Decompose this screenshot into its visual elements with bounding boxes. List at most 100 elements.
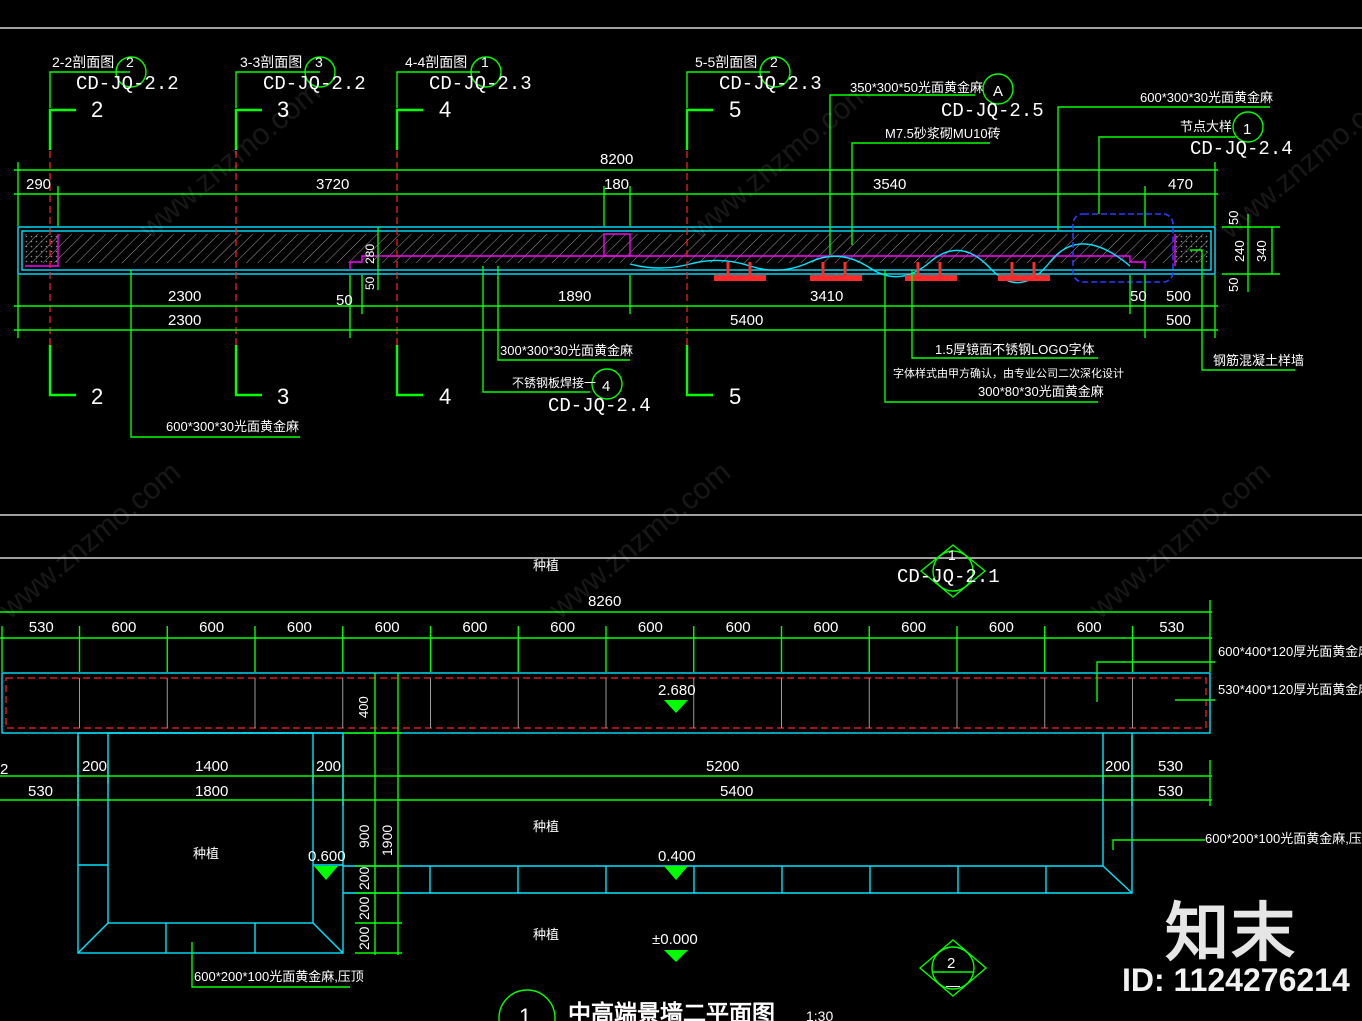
section-3-note: 3-3剖面图 [240,54,302,70]
section-4-ref: CD-JQ-2.3 [429,73,532,95]
dim-2300-a: 2300 [168,288,201,305]
callout-detail-ref: CD-JQ-2.4 [1190,138,1293,160]
wall-end-left [25,234,58,263]
callout-steel-tag: 4 [602,378,610,395]
dim-v50: 50 [363,276,377,290]
title-number: 1 [519,1004,531,1021]
drawing-scale: 1:30 [806,1008,833,1021]
dim-3410: 3410 [810,288,843,305]
long-planter-outer [343,733,1133,894]
planting-left: 种植 [193,846,219,861]
wall-hatch [25,234,1208,263]
callout-steel-ref: CD-JQ-2.4 [548,395,651,417]
top-dim-label: 600 [287,619,312,636]
level-zero: ±0.000 [652,931,698,948]
dim-3720: 3720 [316,176,349,193]
callout-m75: M7.5砂浆砌MU10砖 [885,126,1001,141]
top-dimension-row: 530 600 600 600 600 600 600 600 600 600 600 600 600 5… [1,619,1184,672]
top-dim-label: 600 [726,619,751,636]
section-3-tag: 3 [315,54,323,70]
ref-code: CD-JQ-2.1 [897,566,1000,588]
left-edge-mark: 2 [0,761,8,778]
callout-logo: 1.5厚镜面不锈钢LOGO字体 [935,342,1095,357]
dim-v340: 340 [1254,240,1269,262]
top-dim-label: 600 [901,619,926,636]
coping-note: 600*400*120厚光面黄金麻 [1218,644,1362,659]
dim-row2-b: 1800 [195,783,228,800]
top-dim-label: 600 [462,619,487,636]
step-note-right: 600*200*100光面黄金麻,压顶 [1205,831,1362,846]
watermark-1: www.znzmo.com [133,75,327,246]
callout-bottom: 600*300*30光面黄金麻 [166,419,299,434]
dim-v200-c: 200 [356,926,372,950]
section-4-num-bottom: 4 [439,384,451,409]
dim-470: 470 [1168,176,1193,193]
ref-tag: 1 [948,547,956,563]
bottom-section-tag: 2 [947,955,955,972]
level-marker-zero [664,950,688,962]
coping-joints [79,678,1133,728]
callout-logo3: 300*80*30光面黄金麻 [978,384,1104,399]
callout-detail-tag: 1 [1243,121,1251,138]
watermark-4: www.znzmo.com [0,455,187,626]
watermark-6: www.znzmo.com [1083,455,1277,626]
top-dim-label: 600 [111,619,136,636]
dim-row1-f: 530 [1158,758,1183,775]
top-dim-label: 600 [989,619,1014,636]
top-dim-label: 600 [813,619,838,636]
level-marker-mid [664,866,688,880]
image-id: ID: 1124276214 [1122,962,1350,998]
dim-400: 400 [356,696,371,718]
callout-rc: 钢筋混凝土样墙 [1213,353,1304,368]
section-5-num-bottom: 5 [729,384,741,409]
section-2-num-top: 2 [91,97,103,122]
section-5-ref: CD-JQ-2.3 [719,73,822,95]
cad-drawing: 2-2剖面图 2 CD-JQ-2.2 2 2 3-3剖面图 3 CD-JQ-2.… [0,27,1362,1021]
top-dim-label: 600 [638,619,663,636]
section-4-tag: 1 [481,54,489,70]
callout-a-tag: A [993,83,1003,100]
level-mid: 0.400 [658,848,696,865]
callout-logo2: 字体样式由甲方确认，由专业公司二次深化设计 [893,366,1124,380]
section-5-note: 5-5剖面图 [695,54,757,70]
dim-row1-b: 1400 [195,758,228,775]
top-dim-label: 600 [199,619,224,636]
dim-row2-c: 5400 [720,783,753,800]
callout-steel-note: 不锈钢板焊接一 [512,375,596,390]
brand-logo: 知末 [1165,897,1297,971]
elevation-view: 1 CD-JQ-2.1 种植 8260 530 600 600 600 600 600 60… [0,544,1362,1021]
plan-view: 2-2剖面图 2 CD-JQ-2.2 2 2 3-3剖面图 3 CD-JQ-2.… [14,54,1304,438]
section-4-num-top: 4 [439,97,451,122]
dim-v1900: 1900 [379,825,395,856]
dim-row1-a: 200 [82,758,107,775]
planting-mid: 种植 [533,819,559,834]
dim-180: 180 [604,176,629,193]
watermark-layer: www.znzmo.com www.znzmo.com www.znzmo.co… [0,75,1362,626]
coping-note-2: 530*400*120厚光面黄金麻 [1218,682,1362,697]
dim-row1-c: 200 [316,758,341,775]
dim-row1-e: 200 [1105,758,1130,775]
top-dim-label: 600 [375,619,400,636]
dim-50-b: 50 [1130,288,1147,305]
dim-3540: 3540 [873,176,906,193]
callout-a-ref: CD-JQ-2.5 [941,100,1044,122]
section-2-ref: CD-JQ-2.2 [76,73,179,95]
dim-50: 50 [336,292,353,309]
dim-290: 290 [26,176,51,193]
top-planting-label: 种植 [533,558,559,573]
top-dim-label: 530 [29,619,54,636]
dim-500-b: 500 [1166,312,1191,329]
dim-5400: 5400 [730,312,763,329]
dim-total-8200: 8200 [600,151,633,168]
watermark-2: www.znzmo.com [683,75,877,246]
level-left: 0.600 [308,848,346,865]
section-5-tag: 2 [770,54,778,70]
step-joints [429,866,1047,893]
dim-row2-d: 530 [1158,783,1183,800]
dim-500-a: 500 [1166,288,1191,305]
bottom-section-sub: — [946,977,960,993]
section-3-num-bottom: 3 [277,384,289,409]
callout-top-right: 600*300*30光面黄金麻 [1140,90,1273,105]
top-dim-label: 600 [1077,619,1102,636]
dim-v900: 900 [356,824,372,848]
